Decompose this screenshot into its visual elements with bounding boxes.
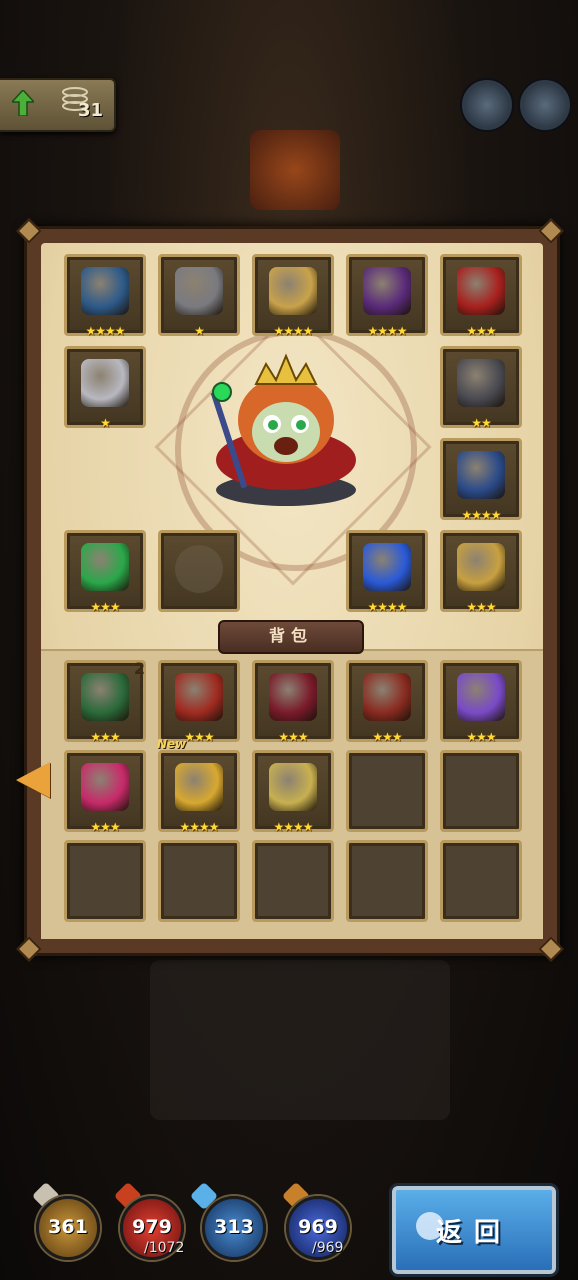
star-rating: ★★★ xyxy=(466,324,496,338)
bag-slot-crimson-robe[interactable]: ★★★ xyxy=(252,660,334,744)
equipped-slot-red-bead-necklace[interactable]: ★★★ xyxy=(440,254,522,338)
star-rating: ★★★ xyxy=(278,730,308,744)
emerald-scepter-icon xyxy=(81,543,129,591)
amethyst-ring-icon xyxy=(457,673,505,721)
chest-armor-icon xyxy=(175,267,223,315)
star-rating: ★ xyxy=(194,324,205,338)
defense-value: 313 xyxy=(214,1216,254,1238)
prev-page-arrow-icon[interactable] xyxy=(16,762,50,798)
gauntlet-icon xyxy=(81,267,129,315)
equipped-slot-silver-ring[interactable]: ★ xyxy=(64,346,146,430)
mana-max: /969 xyxy=(312,1240,344,1256)
equipped-slot-gauntlet[interactable]: ★★★★ xyxy=(64,254,146,338)
attack-stat: 361 xyxy=(36,1196,100,1260)
fur-cloak-icon xyxy=(81,673,129,721)
level-up-arrow-icon xyxy=(12,90,34,116)
equipped-slot-feather-helm[interactable]: ★★★★ xyxy=(252,254,334,338)
star-rating: ★★★★ xyxy=(273,324,313,338)
star-rating: ★★★ xyxy=(466,600,496,614)
equipped-slot-chest-armor[interactable]: ★ xyxy=(158,254,240,338)
star-rating: ★★★★ xyxy=(179,820,219,834)
equipped-slot-empty-pet-slot[interactable] xyxy=(158,530,240,612)
golden-chestplate-icon xyxy=(175,763,223,811)
return-button[interactable]: 返回 xyxy=(392,1186,556,1274)
empty-slot[interactable] xyxy=(252,840,334,922)
star-rating: ★★★★ xyxy=(85,324,125,338)
star-rating: ★★★ xyxy=(372,730,402,744)
item-count: 2 xyxy=(133,659,145,678)
red-bead-necklace-icon xyxy=(457,267,505,315)
character-portrait-button[interactable] xyxy=(520,80,570,130)
equipped-slot-golden-boots[interactable]: ★★★ xyxy=(440,530,522,614)
character-portrait-button[interactable] xyxy=(462,80,512,130)
equipped-slot-blue-eye-orb[interactable]: ★★★★ xyxy=(346,530,428,614)
attack-value: 361 xyxy=(48,1216,88,1238)
bag-slot-red-dragon-helm[interactable]: ★★★ xyxy=(158,660,240,744)
bag-slot-ruby-pendant[interactable]: ★★★ xyxy=(64,750,146,834)
anvil-decoration xyxy=(150,960,450,1120)
hp-max: /1072 xyxy=(144,1240,185,1256)
red-dragon-helm-icon xyxy=(175,673,223,721)
knight-armor-icon xyxy=(457,451,505,499)
equipped-slot-dark-ring[interactable]: ★★ xyxy=(440,346,522,430)
empty-slot[interactable] xyxy=(440,840,522,922)
red-bracer-icon xyxy=(363,673,411,721)
golden-gauntlet-icon xyxy=(269,763,317,811)
star-rating: ★★★ xyxy=(90,820,120,834)
hero-character xyxy=(210,353,356,506)
equipped-slot-purple-lantern[interactable]: ★★★★ xyxy=(346,254,428,338)
crimson-robe-icon xyxy=(269,673,317,721)
empty-slot[interactable] xyxy=(346,840,428,922)
mana-value: 969 xyxy=(298,1216,338,1238)
ruby-pendant-icon xyxy=(81,763,129,811)
star-rating: ★★★★ xyxy=(367,324,407,338)
forge-decoration xyxy=(250,130,340,210)
return-label: 返回 xyxy=(435,1218,512,1248)
bag-slot-fur-cloak[interactable]: ★★★ 2 xyxy=(64,659,146,744)
star-rating: ★★★★ xyxy=(461,508,501,522)
golden-boots-icon xyxy=(457,543,505,591)
star-rating: ★★★ xyxy=(90,600,120,614)
silver-ring-icon xyxy=(81,359,129,407)
bag-slot-golden-gauntlet[interactable]: ★★★★ xyxy=(252,750,334,834)
empty-slot[interactable] xyxy=(64,840,146,922)
feather-helm-icon xyxy=(269,267,317,315)
bag-slot-golden-chestplate[interactable]: ★★★★ New xyxy=(157,737,240,834)
star-rating: ★★★★ xyxy=(367,600,407,614)
level-badge[interactable]: 31 xyxy=(0,78,116,132)
pet-silhouette-icon xyxy=(175,545,223,593)
new-badge: New xyxy=(157,737,187,751)
star-rating: ★★ xyxy=(471,416,492,430)
equipped-slot-knight-armor[interactable]: ★★★★ xyxy=(440,438,522,522)
dark-ring-icon xyxy=(457,359,505,407)
defense-stat: 313 xyxy=(202,1196,266,1260)
purple-lantern-icon xyxy=(363,267,411,315)
empty-slot[interactable] xyxy=(440,750,522,832)
level-value: 31 xyxy=(78,100,104,121)
blue-eye-orb-icon xyxy=(363,543,411,591)
bag-slot-red-bracer[interactable]: ★★★ xyxy=(346,660,428,744)
bag-slot-amethyst-ring[interactable]: ★★★ xyxy=(440,660,522,744)
star-rating: ★★★ xyxy=(90,730,120,744)
star-rating: ★ xyxy=(100,416,111,430)
hp-value: 979 xyxy=(132,1216,172,1238)
bag-title: 背包 xyxy=(218,620,364,654)
empty-slot[interactable] xyxy=(346,750,428,832)
star-rating: ★★★ xyxy=(466,730,496,744)
empty-slot[interactable] xyxy=(158,840,240,922)
star-rating: ★★★★ xyxy=(273,820,313,834)
equipped-slot-emerald-scepter[interactable]: ★★★ xyxy=(64,530,146,614)
